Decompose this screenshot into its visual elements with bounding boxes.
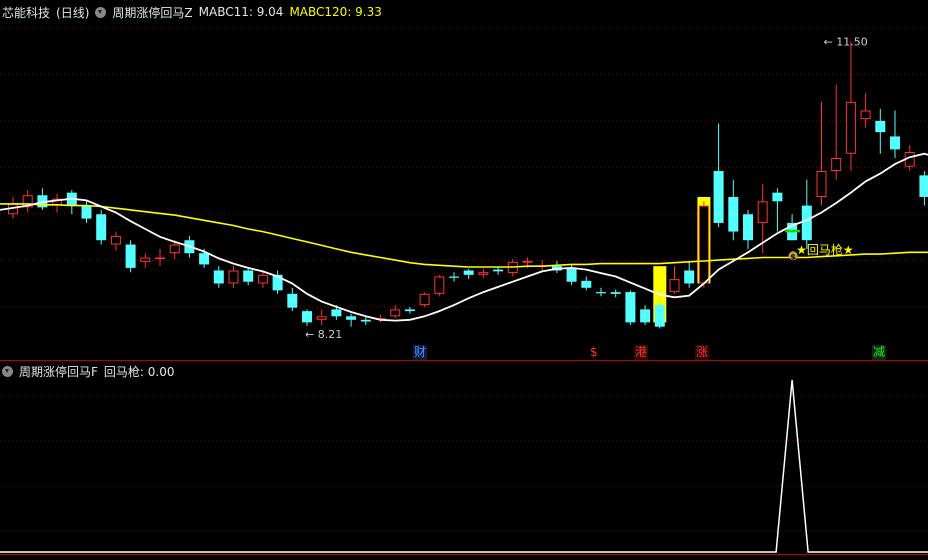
period-label: (日线) <box>56 5 90 20</box>
candle-body-down <box>743 214 753 241</box>
candle-body-down <box>493 269 504 272</box>
candle-body-down <box>96 214 107 241</box>
candle-body-up <box>669 279 680 293</box>
candle-body-down <box>404 309 415 312</box>
candle-body-up <box>698 205 709 284</box>
low-price-label: ← 8.21 <box>305 328 342 341</box>
signal-label: ★回马枪★ <box>796 242 854 257</box>
stock-name: 芯能科技 <box>2 5 51 20</box>
sub-signal-line <box>0 379 928 553</box>
candle-body-down <box>213 270 224 284</box>
candle-body-down <box>81 205 92 219</box>
candle-body-up <box>110 235 121 245</box>
candle-body-down <box>919 175 928 197</box>
event-tag[interactable]: 港 <box>634 345 649 360</box>
candle-body-down <box>728 196 739 232</box>
signal-legend: 回马枪: 0.00 <box>103 364 175 379</box>
candle-body-up <box>860 110 871 120</box>
candle-body-down <box>125 244 136 268</box>
candle-body-down <box>346 316 357 320</box>
candle-body-down <box>463 270 474 275</box>
candle-body-down <box>287 293 298 308</box>
candle-body-down <box>684 270 695 284</box>
candle-body-down <box>449 276 459 278</box>
indicator-name[interactable]: 周期涨停回马Z <box>112 4 192 21</box>
candle-body-up <box>831 158 842 172</box>
sub-indicator-name[interactable]: 周期涨停回马F <box>19 363 98 380</box>
candle-body-down <box>640 309 651 323</box>
sub-chart-header: 周期涨停回马F 回马枪: 0.00 <box>2 362 175 380</box>
candle-body-up <box>845 101 856 154</box>
candle-body-down <box>625 292 636 323</box>
event-tag[interactable]: $ <box>589 345 599 360</box>
candle-body-down <box>302 311 312 323</box>
candle-body-up <box>522 260 533 263</box>
candle-body-down <box>199 253 210 265</box>
candle-body-down <box>581 280 592 288</box>
kline-chart[interactable]: ← 11.50 ← 8.21 $ ★回马枪★ <box>0 0 928 560</box>
candle-body-up <box>816 171 827 197</box>
high-price-label: ← 11.50 <box>824 35 868 48</box>
candle-body-down <box>331 309 342 317</box>
event-tag[interactable]: 减 <box>872 345 887 360</box>
ma-long-legend: MABC120: 9.33 <box>289 5 382 19</box>
candle-body-down <box>890 136 900 150</box>
candle-body-down <box>596 292 606 294</box>
ma-short-legend: MABC11: 9.04 <box>198 5 284 19</box>
candle-body-up <box>316 316 327 320</box>
candle-body-down <box>610 292 621 294</box>
candle-body-down <box>772 192 783 202</box>
candle-body-up <box>478 272 489 275</box>
event-tag[interactable]: 财 <box>413 345 428 360</box>
candle-body-up <box>257 274 268 284</box>
candle-body-up <box>419 293 430 306</box>
candle-body-up <box>757 201 768 223</box>
candle-body-up <box>155 257 165 260</box>
candle-body-down <box>713 171 724 223</box>
candle-body-down <box>654 305 665 327</box>
candle-body-down <box>243 270 254 282</box>
candle-body-up <box>169 244 180 254</box>
candle-body-up <box>390 309 401 317</box>
candle-body-down <box>875 120 886 133</box>
candle-body-down <box>360 319 371 322</box>
main-chart-header: 芯能科技 (日线) 周期涨停回马Z MABC11: 9.04 MABC120: 9… <box>2 3 382 21</box>
signal-green-dash <box>785 229 801 233</box>
event-tag[interactable]: 涨 <box>695 345 710 360</box>
candle-body-down <box>566 267 577 282</box>
candle-body-up <box>434 276 445 294</box>
candle-body-down <box>801 205 812 241</box>
candle-body-up <box>140 257 151 262</box>
sub-indicator-toggle-icon[interactable] <box>2 365 13 377</box>
indicator-toggle-icon[interactable] <box>95 6 107 18</box>
candle-body-up <box>228 270 239 284</box>
